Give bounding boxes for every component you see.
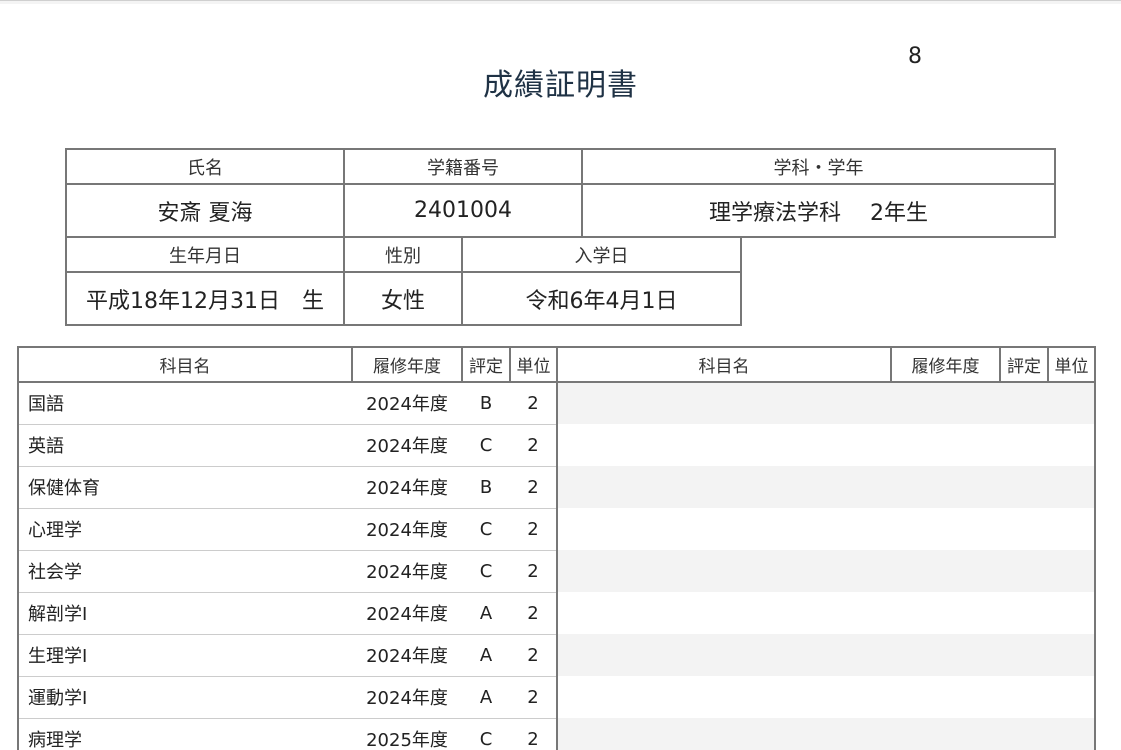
empty-cell — [556, 550, 1096, 592]
year: 2025年度 — [352, 717, 462, 750]
grade: C — [462, 717, 510, 750]
subject: 英語 — [17, 423, 352, 467]
empty-cell — [556, 634, 1096, 676]
year: 2024年度 — [352, 507, 462, 551]
header-grade-right: 評定 — [999, 346, 1049, 383]
grade: B — [462, 381, 510, 425]
table-row: 社会学 2024年度 C 2 — [17, 549, 1096, 593]
table-row: 病理学 2025年度 C 2 — [17, 717, 1096, 750]
sex-label: 性別 — [343, 236, 463, 273]
table-row: 生理学Ⅰ 2024年度 A 2 — [17, 633, 1096, 677]
grade: A — [462, 675, 510, 719]
table-row: 心理学 2024年度 C 2 — [17, 507, 1096, 551]
table-row: 英語 2024年度 C 2 — [17, 423, 1096, 467]
header-credits-right: 単位 — [1047, 346, 1096, 383]
grade: C — [462, 549, 510, 593]
empty-cell — [556, 592, 1096, 634]
table-row: 運動学Ⅰ 2024年度 A 2 — [17, 675, 1096, 719]
grade: A — [462, 633, 510, 677]
subject: 解剖学Ⅰ — [17, 591, 352, 635]
student-name: 安斎 夏海 — [65, 183, 345, 238]
year: 2024年度 — [352, 423, 462, 467]
header-grade-left: 評定 — [461, 346, 511, 383]
credits: 2 — [510, 507, 558, 551]
year: 2024年度 — [352, 549, 462, 593]
header-year-right: 履修年度 — [890, 346, 1001, 383]
table-row: 国語 2024年度 B 2 — [17, 381, 1096, 425]
header-credits-left: 単位 — [509, 346, 558, 383]
subject: 運動学Ⅰ — [17, 675, 352, 719]
enrollment-date-label: 入学日 — [461, 236, 742, 273]
birthdate-label: 生年月日 — [65, 236, 345, 273]
name-label: 氏名 — [65, 148, 345, 185]
student-id: 2401004 — [343, 183, 583, 238]
header-subject-right: 科目名 — [556, 346, 892, 383]
credits: 2 — [510, 591, 558, 635]
credits: 2 — [510, 633, 558, 677]
empty-cell — [556, 508, 1096, 550]
header-subject-left: 科目名 — [17, 346, 353, 383]
subject: 保健体育 — [17, 465, 352, 509]
year: 2024年度 — [352, 381, 462, 425]
credits: 2 — [510, 549, 558, 593]
credits: 2 — [510, 423, 558, 467]
credits: 2 — [510, 381, 558, 425]
grade: C — [462, 507, 510, 551]
grades-table: 科目名 履修年度 評定 単位 科目名 履修年度 評定 単位 国語 2024年度 … — [17, 346, 1096, 750]
empty-cell — [556, 424, 1096, 466]
credits: 2 — [510, 717, 558, 750]
year: 2024年度 — [352, 633, 462, 677]
header-year-left: 履修年度 — [351, 346, 463, 383]
birthdate: 平成18年12月31日 生 — [65, 271, 345, 326]
credits: 2 — [510, 465, 558, 509]
top-border — [0, 0, 1121, 4]
subject: 心理学 — [17, 507, 352, 551]
student-id-label: 学籍番号 — [343, 148, 583, 185]
table-row: 保健体育 2024年度 B 2 — [17, 465, 1096, 509]
year: 2024年度 — [352, 591, 462, 635]
empty-cell — [556, 382, 1096, 424]
grade: A — [462, 591, 510, 635]
department-year: 理学療法学科 2年生 — [581, 183, 1056, 238]
enrollment-date: 令和6年4月1日 — [461, 271, 742, 326]
table-row: 解剖学Ⅰ 2024年度 A 2 — [17, 591, 1096, 635]
grade: C — [462, 423, 510, 467]
year: 2024年度 — [352, 675, 462, 719]
subject: 生理学Ⅰ — [17, 633, 352, 677]
subject: 社会学 — [17, 549, 352, 593]
grade: B — [462, 465, 510, 509]
subject: 病理学 — [17, 717, 352, 750]
empty-cell — [556, 718, 1096, 750]
empty-cell — [556, 676, 1096, 718]
student-info-table-bottom: 生年月日 性別 入学日 平成18年12月31日 生 女性 令和6年4月1日 — [65, 236, 742, 326]
student-info-table-top: 氏名 学籍番号 学科・学年 安斎 夏海 2401004 理学療法学科 2年生 — [65, 148, 1056, 238]
subject: 国語 — [17, 381, 352, 425]
credits: 2 — [510, 675, 558, 719]
document-title: 成績証明書 — [483, 68, 638, 103]
sex: 女性 — [343, 271, 463, 326]
empty-cell — [556, 466, 1096, 508]
department-label: 学科・学年 — [581, 148, 1056, 185]
year: 2024年度 — [352, 465, 462, 509]
